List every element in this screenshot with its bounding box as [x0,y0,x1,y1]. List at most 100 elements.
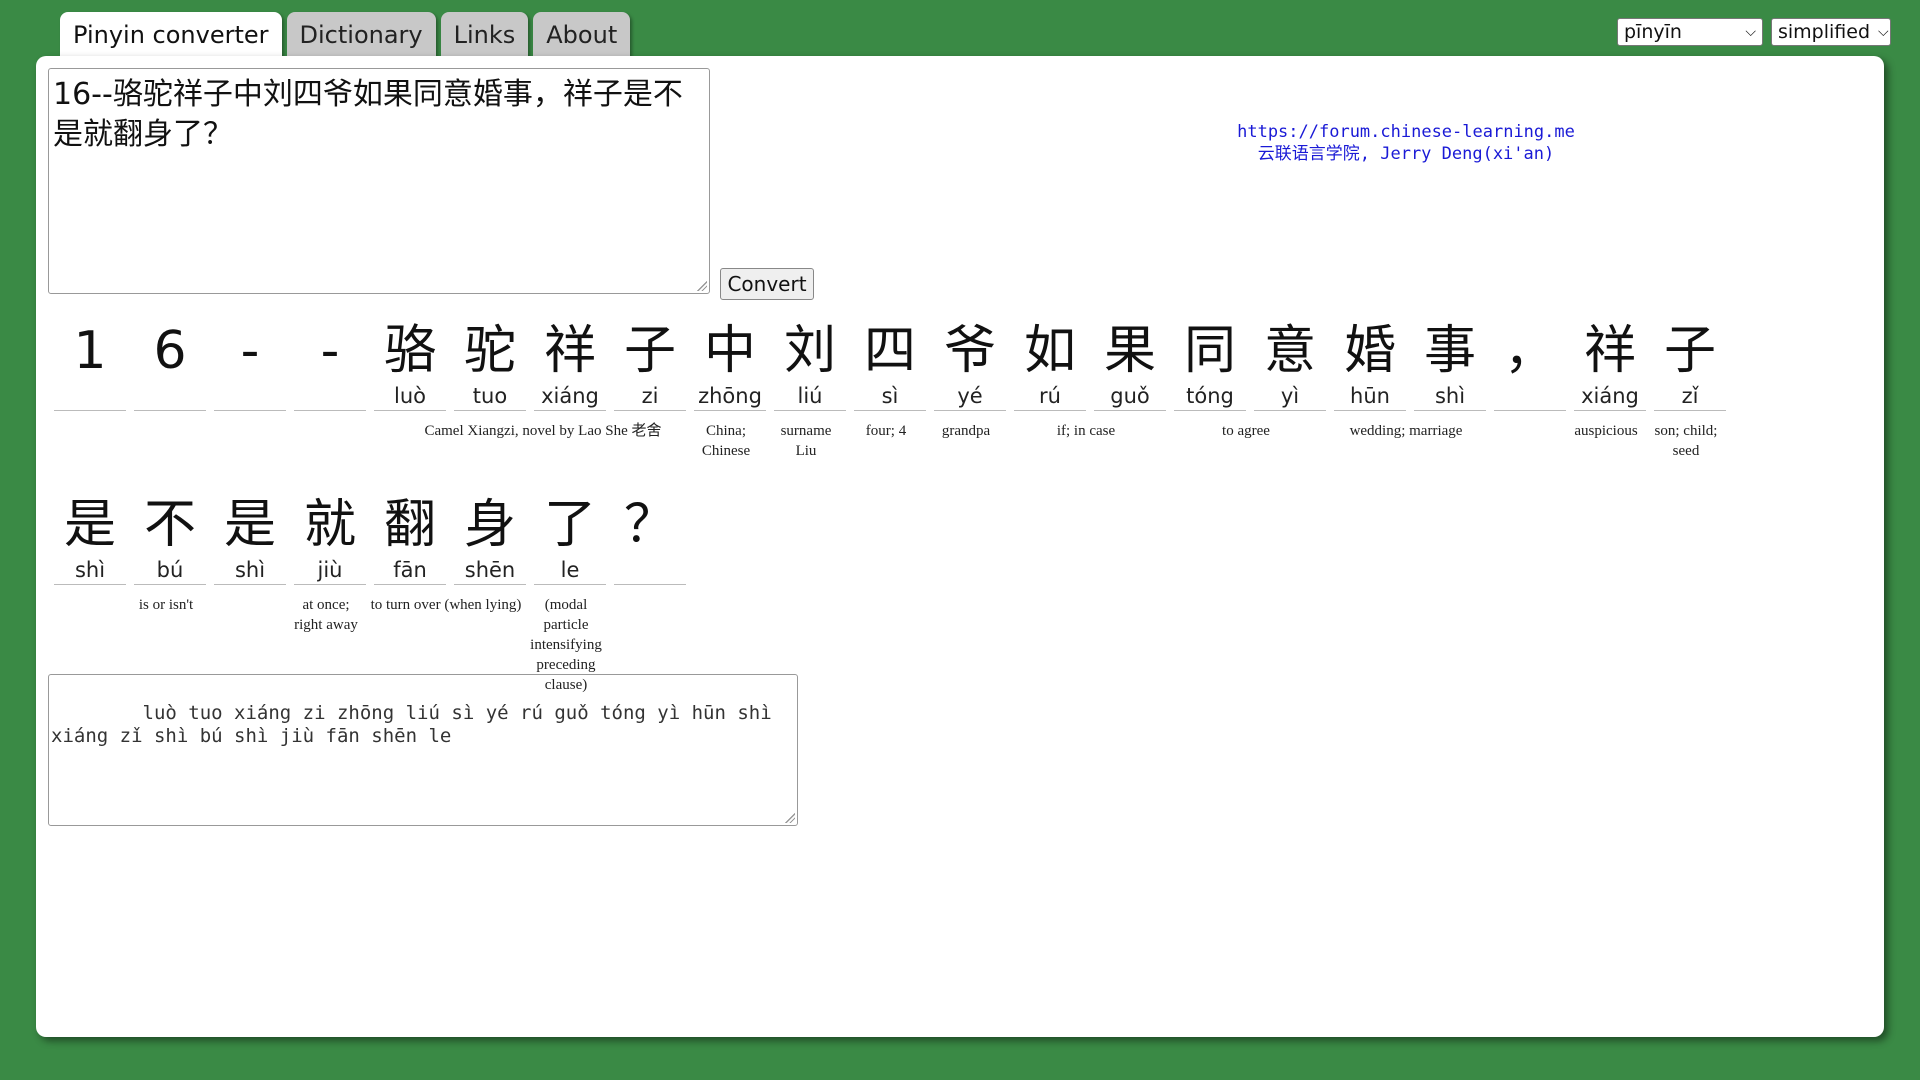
char-cell: 中 zhōng [694,320,766,411]
hanzi-char[interactable]: - [294,320,366,382]
definition: auspicious [1574,423,1638,439]
pinyin-syllable[interactable]: tuo [454,382,526,411]
hanzi-char[interactable]: 骆 [374,320,446,382]
pinyin-syllable[interactable] [54,382,126,411]
credit-block: https://forum.chinese-learning.me 云联语言学院… [1236,121,1576,165]
pinyin-syllable[interactable]: xiáng [1574,382,1646,411]
hanzi-char[interactable]: 1 [54,320,126,382]
chinese-input-textarea[interactable]: 16--骆驼祥子中刘四爷如果同意婚事，祥子是不是就翻身了？ [48,68,710,294]
script-select[interactable]: simplified ⌵ [1771,18,1891,46]
tab-dictionary[interactable]: Dictionary [286,12,436,58]
pinyin-syllable[interactable]: zhōng [694,382,766,411]
hanzi-char[interactable]: 是 [214,494,286,556]
pinyin-syllable[interactable]: tóng [1174,382,1246,411]
char-cell: 意 yì [1254,320,1326,411]
pinyin-syllable[interactable]: zi [614,382,686,411]
resize-grip-icon[interactable] [785,813,795,823]
hanzi-char[interactable]: 如 [1014,320,1086,382]
hanzi-char[interactable]: 刘 [774,320,846,382]
definition: China; Chinese [701,423,751,459]
tone-style-select[interactable]: pīnyīn ⌵ [1617,18,1763,46]
output-text: luò tuo xiáng zi zhōng liú sì yé rú guǒ … [51,702,784,747]
pinyin-syllable[interactable]: bú [134,556,206,585]
char-cell: 1 [54,320,126,411]
forum-link[interactable]: https://forum.chinese-learning.me [1237,122,1575,142]
char-cell: 是 shì [214,494,286,585]
hanzi-char[interactable]: 同 [1174,320,1246,382]
char-cell: 事 shì [1414,320,1486,411]
pinyin-syllable[interactable]: rú [1014,382,1086,411]
hanzi-char[interactable]: 爷 [934,320,1006,382]
hanzi-char[interactable]: 中 [694,320,766,382]
resize-grip-icon[interactable] [697,281,707,291]
tone-style-value: pīnyīn [1624,21,1682,43]
hanzi-char[interactable]: 身 [454,494,526,556]
pinyin-syllable[interactable]: liú [774,382,846,411]
hanzi-char[interactable]: 是 [54,494,126,556]
pinyin-syllable[interactable]: fān [374,556,446,585]
pinyin-syllable[interactable]: yì [1254,382,1326,411]
pinyin-syllable[interactable]: zǐ [1654,382,1726,411]
definition: is or isn't [138,597,194,613]
char-cell: - [214,320,286,411]
hanzi-char[interactable]: 子 [614,320,686,382]
char-cell: 子 zi [614,320,686,411]
pinyin-syllable[interactable]: xiáng [534,382,606,411]
hanzi-char[interactable]: 四 [854,320,926,382]
char-cell: 子 zǐ [1654,320,1726,411]
hanzi-char[interactable]: ？ [614,494,686,556]
convert-button[interactable]: Convert [720,268,814,300]
hanzi-char[interactable]: 祥 [1574,320,1646,382]
pinyin-syllable[interactable] [134,382,206,411]
hanzi-char[interactable]: 了 [534,494,606,556]
hanzi-char[interactable]: 事 [1414,320,1486,382]
hanzi-char[interactable]: 驼 [454,320,526,382]
hanzi-char[interactable]: 祥 [534,320,606,382]
char-cell: 祥 xiáng [534,320,606,411]
pinyin-syllable[interactable]: shì [1414,382,1486,411]
options-bar: pīnyīn ⌵ simplified ⌵ [1617,18,1891,46]
char-cell: 果 guǒ [1094,320,1166,411]
definition: Camel Xiangzi, novel by Lao She 老舍 [424,423,662,439]
char-cell: - [294,320,366,411]
char-cell: 婚 hūn [1334,320,1406,411]
hanzi-char[interactable]: ， [1494,320,1566,382]
hanzi-char[interactable]: 子 [1654,320,1726,382]
definition: four; 4 [865,423,907,439]
pinyin-output-textarea[interactable]: luò tuo xiáng zi zhōng liú sì yé rú guǒ … [48,674,798,826]
tab-links[interactable]: Links [440,12,529,58]
char-cell: 骆 luò [374,320,446,411]
char-cell: 是 shì [54,494,126,585]
pinyin-syllable[interactable]: le [534,556,606,585]
pinyin-syllable[interactable]: sì [854,382,926,411]
definition: son; child; seed [1654,423,1718,459]
pinyin-syllable[interactable] [614,556,686,585]
char-cell: 同 tóng [1174,320,1246,411]
chevron-down-icon: ⌵ [1878,24,1889,40]
hanzi-char[interactable]: 意 [1254,320,1326,382]
pinyin-syllable[interactable] [214,382,286,411]
char-cell: 就 jiù [294,494,366,585]
hanzi-char[interactable]: 果 [1094,320,1166,382]
pinyin-syllable[interactable]: guǒ [1094,382,1166,411]
char-cell: 翻 fān [374,494,446,585]
pinyin-syllable[interactable]: shēn [454,556,526,585]
pinyin-syllable[interactable]: shì [54,556,126,585]
pinyin-syllable[interactable]: hūn [1334,382,1406,411]
pinyin-syllable[interactable]: jiù [294,556,366,585]
pinyin-syllable[interactable]: luò [374,382,446,411]
tab-about[interactable]: About [533,12,631,58]
input-text: 16--骆驼祥子中刘四爷如果同意婚事，祥子是不是就翻身了？ [53,77,683,152]
hanzi-char[interactable]: 就 [294,494,366,556]
char-cell: 了 le [534,494,606,585]
hanzi-char[interactable]: 翻 [374,494,446,556]
pinyin-syllable[interactable]: yé [934,382,1006,411]
pinyin-syllable[interactable] [1494,382,1566,411]
hanzi-char[interactable]: 6 [134,320,206,382]
hanzi-char[interactable]: - [214,320,286,382]
char-cell: 祥 xiáng [1574,320,1646,411]
pinyin-syllable[interactable]: shì [214,556,286,585]
hanzi-char[interactable]: 不 [134,494,206,556]
pinyin-syllable[interactable] [294,382,366,411]
hanzi-char[interactable]: 婚 [1334,320,1406,382]
